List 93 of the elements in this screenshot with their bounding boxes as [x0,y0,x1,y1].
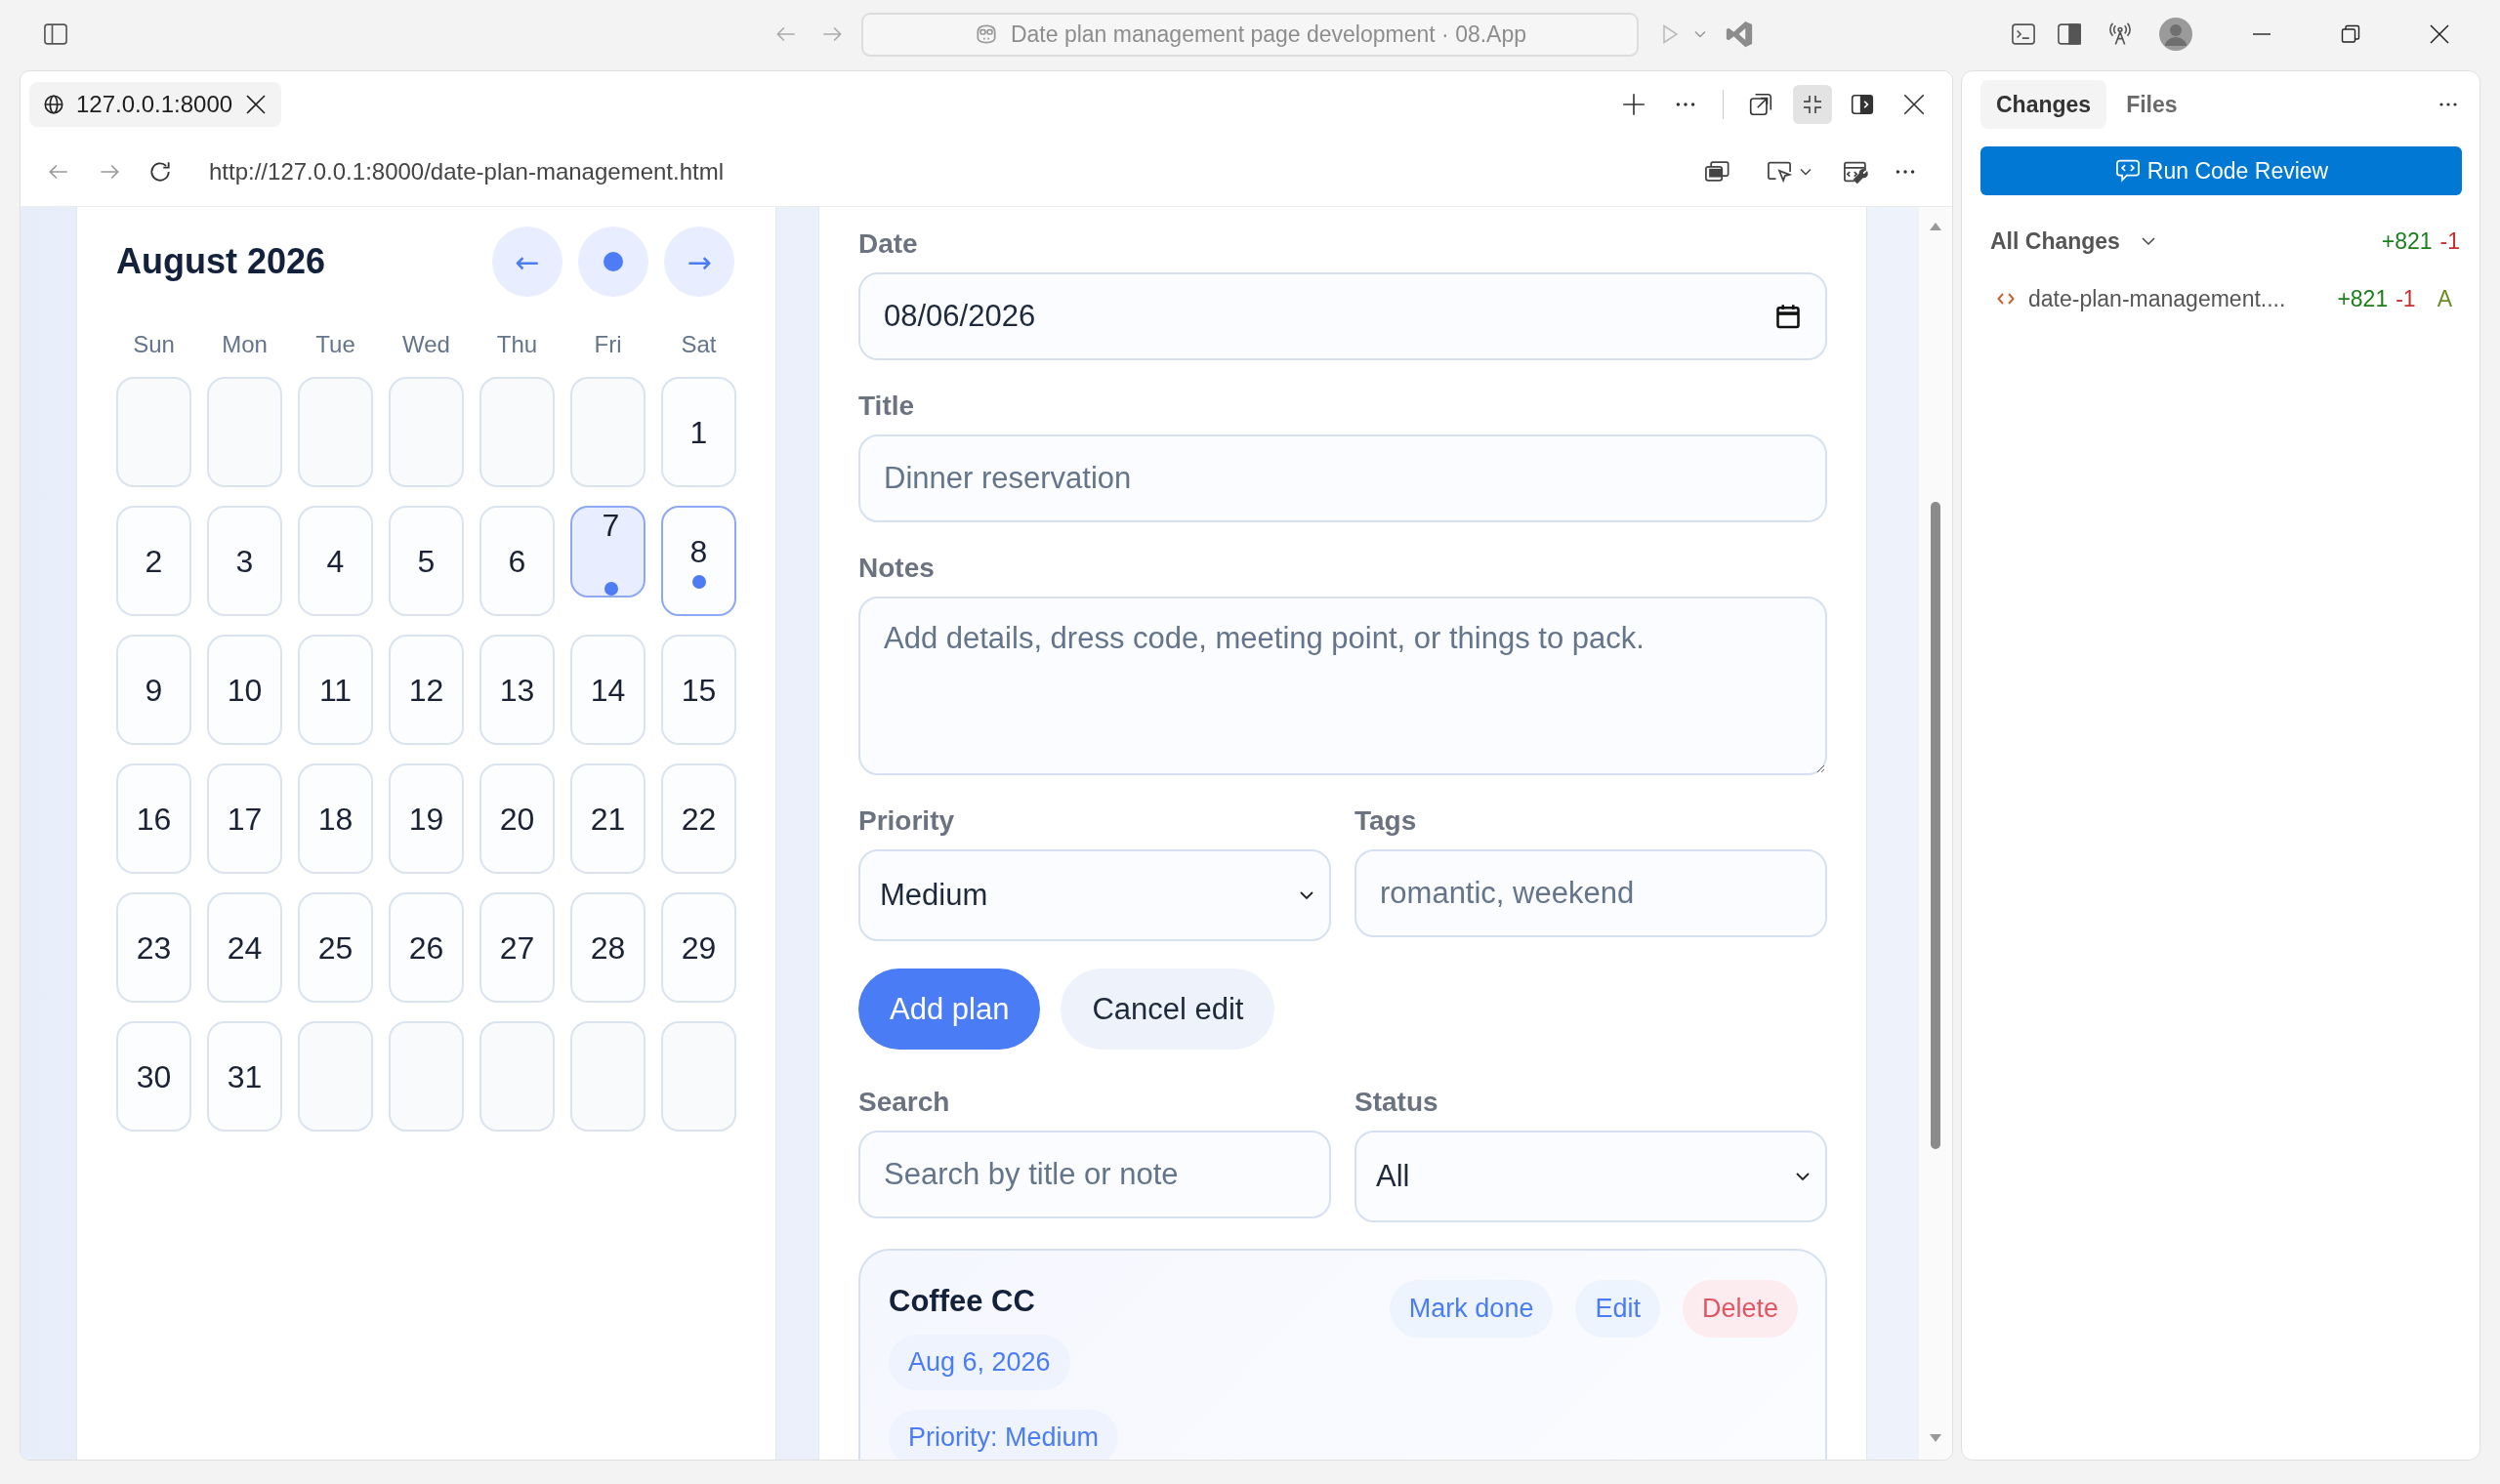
app-logo-icon [1725,20,1754,49]
address-url[interactable]: http://127.0.0.1:8000/date-plan-management.html [209,158,724,186]
calendar-day[interactable]: 6 [479,506,555,616]
calendar-day[interactable]: 20 [479,763,555,874]
search-label: Search [858,1086,951,1119]
calendar-day[interactable]: 27 [479,892,555,1003]
calendar-day[interactable]: 16 [116,763,191,874]
calendar-day[interactable]: 2 [116,506,191,616]
calendar-day[interactable]: 25 [298,892,373,1003]
sidebar-toggle-icon[interactable] [42,21,69,48]
calendar-day[interactable]: 19 [389,763,464,874]
avatar-icon[interactable] [2159,18,2192,51]
dot-icon [604,252,623,271]
file-status: A [2437,285,2452,312]
file-name[interactable]: date-plan-management.... [2028,285,2286,312]
added-count: +821 [2381,227,2433,255]
plan-title: Coffee CC [889,1283,1035,1320]
title-field[interactable]: Dinner reservation [858,434,1827,522]
calendar-day[interactable]: 18 [298,763,373,874]
calendar-day[interactable]: 9 [116,635,191,745]
cancel-edit-button[interactable]: Cancel edit [1061,969,1275,1050]
tags-label: Tags [1354,804,1418,838]
priority-tag: Priority: Medium [889,1410,1119,1460]
calendar-day[interactable]: 21 [570,763,646,874]
notes-field[interactable]: Add details, dress code, meeting point, or things to pack. [858,597,1827,775]
added-count: +821 [2337,285,2389,312]
globe-icon [43,94,64,115]
calendar-day[interactable]: 24 [207,892,282,1003]
removed-count: -1 [2439,227,2460,255]
code-review-icon [2113,157,2142,185]
close-icon[interactable] [244,93,269,116]
calendar-icon[interactable] [1774,303,1802,330]
scroll-up-icon[interactable] [1930,223,1941,230]
calendar-day[interactable]: 26 [389,892,464,1003]
calendar-day[interactable]: 14 [570,635,646,745]
panel-tab[interactable]: Files [2110,80,2193,129]
reload-icon[interactable] [147,159,173,185]
calendar-day[interactable]: 15 [661,635,736,745]
collapse-icon [1801,93,1824,116]
calendar-title: August 2026 [116,241,326,282]
panel-toggle-icon[interactable] [2056,21,2083,48]
date-field[interactable]: 08/06/2026 [858,272,1827,360]
priority-select[interactable]: Medium [858,849,1331,941]
browser-tab[interactable]: 127.0.0.1:8000 [29,82,282,127]
notes-label: Notes [858,552,936,585]
tags-field[interactable]: romantic, weekend [1354,849,1827,937]
calendar-day[interactable]: 1 [661,377,736,487]
add-plan-button[interactable]: Add plan [858,969,1041,1050]
calendar-day[interactable]: 11 [298,635,373,745]
run-code-review-button[interactable]: Run Code Review [1980,146,2462,195]
calendar-day[interactable]: 17 [207,763,282,874]
removed-count: -1 [2396,285,2416,312]
weekday-label: Sat [680,330,718,359]
calendar-day[interactable]: 23 [116,892,191,1003]
calendar-day[interactable]: 13 [479,635,555,745]
weekday-label: Sun [132,330,176,359]
calendar-day[interactable]: 4 [298,506,373,616]
restore-icon[interactable] [2340,23,2361,45]
plus-icon[interactable] [1621,92,1646,117]
close-icon[interactable] [1901,92,1927,117]
open-external-icon[interactable] [1748,92,1773,117]
weekday-label: Fri [593,330,623,359]
calendar-day[interactable]: 28 [570,892,646,1003]
priority-label: Priority [858,804,956,838]
weekday-label: Tue [314,330,356,359]
calendar-day[interactable]: 31 [207,1021,282,1132]
changes-group-label[interactable]: All Changes [1990,227,2120,255]
date-tag: Aug 6, 2026 [889,1335,1070,1390]
calendar-day[interactable]: 7 [570,506,646,598]
calendar-day[interactable]: 29 [661,892,736,1003]
panel-right-icon[interactable] [1850,92,1875,117]
weekday-label: Mon [221,330,269,359]
close-icon[interactable] [2429,23,2450,45]
status-select[interactable]: All [1354,1131,1827,1222]
status-label: Status [1354,1086,1439,1119]
calendar-day[interactable]: 12 [389,635,464,745]
calendar-day[interactable]: 30 [116,1021,191,1132]
scroll-down-icon[interactable] [1930,1434,1941,1442]
search-field[interactable]: Search by title or note [858,1131,1331,1218]
calendar-day[interactable]: 3 [207,506,282,616]
collapse-button[interactable] [1793,85,1832,124]
scrollbar-thumb[interactable] [1931,502,1940,1149]
broadcast-icon[interactable] [2106,21,2134,48]
terminal-icon[interactable] [2010,21,2037,48]
weekday-label: Wed [401,330,451,359]
panel-tab[interactable]: Changes [1980,80,2107,129]
calendar-day[interactable]: 5 [389,506,464,616]
date-label: Date [858,227,919,261]
calendar-day[interactable]: 22 [661,763,736,874]
weekday-label: Thu [495,330,539,359]
calendar-day[interactable]: 8 [661,506,736,616]
title-label: Title [858,390,916,423]
calendar-day[interactable]: 10 [207,635,282,745]
